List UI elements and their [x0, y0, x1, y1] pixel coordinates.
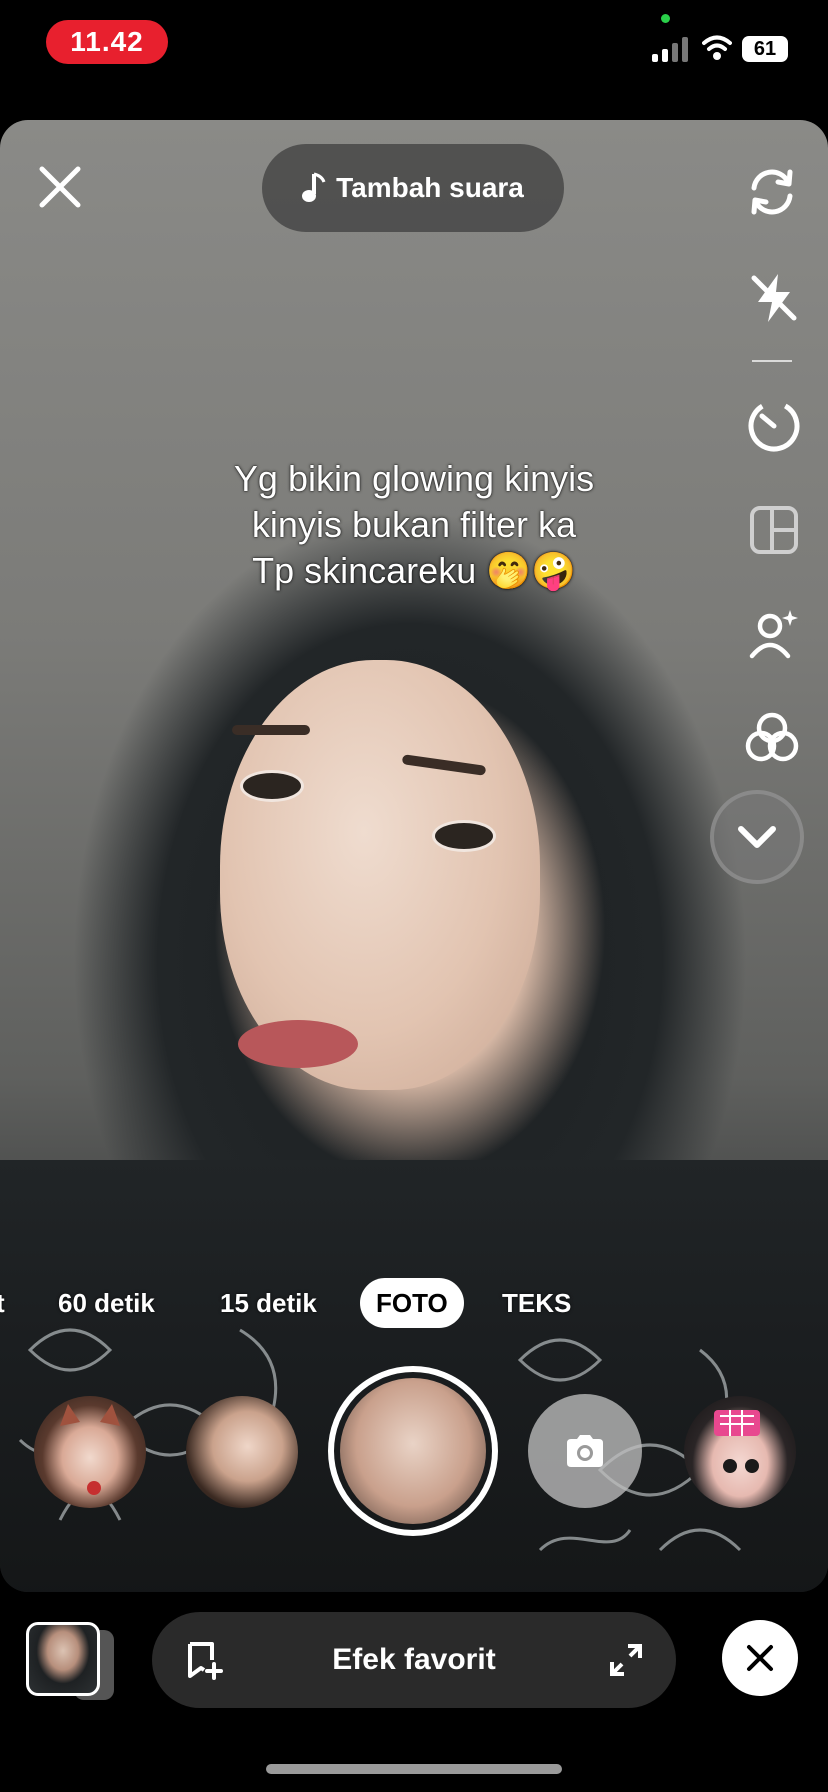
- layout-button[interactable]: [746, 502, 802, 558]
- effect-glam-face[interactable]: [186, 1396, 298, 1508]
- flip-camera-icon: [751, 169, 793, 215]
- close-camera-button[interactable]: [36, 163, 84, 211]
- shopping-cart-icon: [714, 1410, 760, 1473]
- camera-capture-button[interactable]: [528, 1394, 642, 1508]
- tab-mode-cut-off[interactable]: t: [0, 1278, 5, 1328]
- selected-effect-preview: [340, 1378, 486, 1524]
- favorite-effects-label: Efek favorit: [332, 1643, 496, 1676]
- camera-icon: [567, 1435, 603, 1467]
- cellular-signal-icon: [652, 36, 690, 62]
- status-time: 11.42: [46, 20, 168, 64]
- timer-button[interactable]: [746, 398, 802, 454]
- home-indicator[interactable]: [266, 1764, 562, 1774]
- add-sound-label: Tambah suara: [336, 172, 524, 203]
- preview-left-eye: [240, 770, 304, 802]
- chevron-down-icon: [738, 826, 776, 848]
- beauty-button[interactable]: [744, 606, 800, 662]
- effect-pink-cart[interactable]: [684, 1396, 796, 1508]
- timer-icon: [748, 400, 800, 452]
- battery-indicator: 61: [742, 36, 788, 62]
- close-icon: [747, 1645, 773, 1671]
- tab-teks[interactable]: TEKS: [502, 1278, 571, 1328]
- filters-button[interactable]: [744, 710, 800, 766]
- add-sound-button[interactable]: Tambah suara: [262, 144, 564, 232]
- expand-icon[interactable]: [608, 1642, 644, 1678]
- preview-right-eye: [432, 820, 496, 852]
- layout-icon: [750, 506, 798, 554]
- preview-left-brow: [232, 725, 310, 735]
- caption-line-1: Yg bikin glowing kinyis: [233, 458, 595, 499]
- cat-ears-icon: [60, 1404, 120, 1495]
- close-icon: [39, 166, 81, 208]
- gallery-upload-button[interactable]: [26, 1622, 100, 1696]
- close-effects-button[interactable]: [722, 1620, 798, 1696]
- tab-15-detik[interactable]: 15 detik: [220, 1278, 317, 1328]
- caption-line-2: kinyis bukan filter ka: [251, 504, 577, 545]
- filters-icon: [745, 712, 799, 762]
- favorite-effects-bar[interactable]: Efek favorit: [152, 1612, 676, 1708]
- music-note-icon: [302, 172, 326, 202]
- camera-in-use-indicator: [661, 14, 670, 23]
- wifi-icon: [702, 34, 732, 62]
- effect-cat-ears[interactable]: [34, 1396, 146, 1508]
- flip-camera-button[interactable]: [744, 164, 800, 220]
- side-tools-separator: [752, 360, 792, 362]
- collapse-tools-button[interactable]: [710, 790, 804, 884]
- flash-off-icon: [751, 274, 797, 322]
- beauty-retouch-icon: [749, 610, 798, 659]
- tab-60-detik[interactable]: 60 detik: [58, 1278, 155, 1328]
- capture-mode-tabs: t 60 detik 15 detik FOTO TEKS: [0, 1278, 828, 1328]
- shutter-button[interactable]: [328, 1366, 498, 1536]
- text-overlay-caption: Yg bikin glowing kinyis kinyis bukan fil…: [140, 456, 688, 594]
- preview-lips: [238, 1020, 358, 1068]
- caption-line-3: Tp skincareku 🤭🤪: [252, 550, 576, 591]
- tab-foto[interactable]: FOTO: [360, 1278, 464, 1328]
- flash-button[interactable]: [746, 270, 802, 326]
